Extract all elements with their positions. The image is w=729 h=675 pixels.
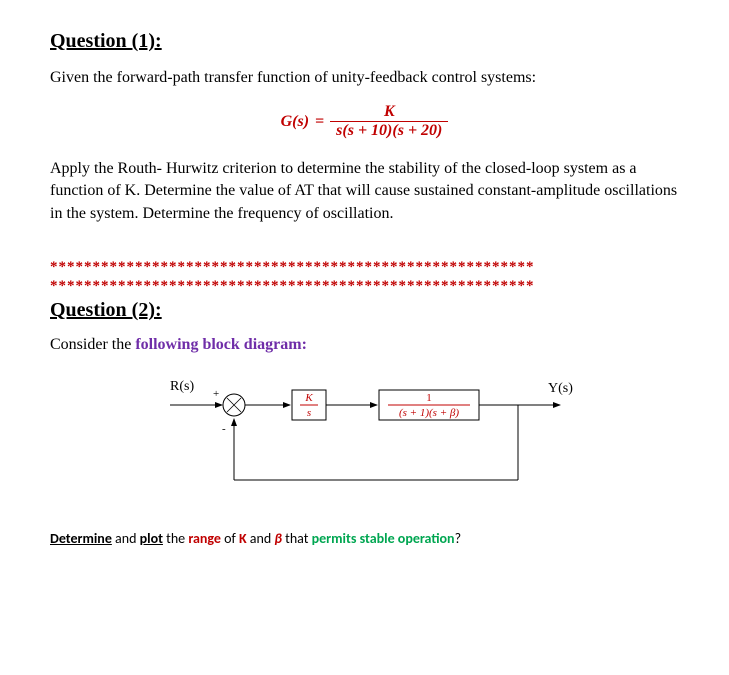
separator-1: ****************************************… [50,259,679,276]
word-range: range [188,530,221,547]
q1-equation: G(s) = K s(s + 10)(s + 20) [50,103,679,140]
plus-sign: + [213,388,219,400]
block2-num: 1 [426,392,432,404]
eq-denominator: s(s + 10)(s + 20) [330,122,448,140]
q1-body: Apply the Routh- Hurwitz criterion to de… [50,158,679,225]
block2-den: (s + 1)(s + β) [398,407,458,419]
minus-sign: - [222,423,226,435]
word-qm: ? [455,530,462,547]
eq-fraction: K s(s + 10)(s + 20) [330,103,448,140]
separator-2: ****************************************… [50,278,679,295]
word-plot: plot [140,530,163,547]
word-beta: β [274,530,282,547]
block1-den: s [306,407,310,419]
q2-lead-plain: Consider the [50,336,135,353]
ys-label: Y(s) [548,381,573,396]
block1-num: K [304,392,313,404]
word-the: the [163,530,188,547]
word-of: of [221,530,239,547]
block-diagram: R(s) + - K s 1 (s + 1)(s + β) Y(s) [50,370,679,510]
eq-lhs: G(s) [281,113,309,131]
q2-final-line: Determine and plot the range of K and β … [50,530,679,547]
q2-lead-purple: following block diagram: [135,336,307,353]
word-and2: and [247,530,275,547]
eq-equals: = [315,113,324,131]
rs-label: R(s) [170,379,194,394]
word-k: K [239,530,247,547]
word-that: that [282,530,312,547]
word-and: and [112,530,140,547]
q1-intro: Given the forward-path transfer function… [50,67,679,89]
q2-lead: Consider the following block diagram: [50,336,679,354]
word-determine: Determine [50,530,112,547]
question-1-heading: Question (1): [50,30,679,53]
word-permits: permits stable operation [312,530,455,547]
question-2-heading: Question (2): [50,299,679,322]
eq-numerator: K [378,103,401,121]
